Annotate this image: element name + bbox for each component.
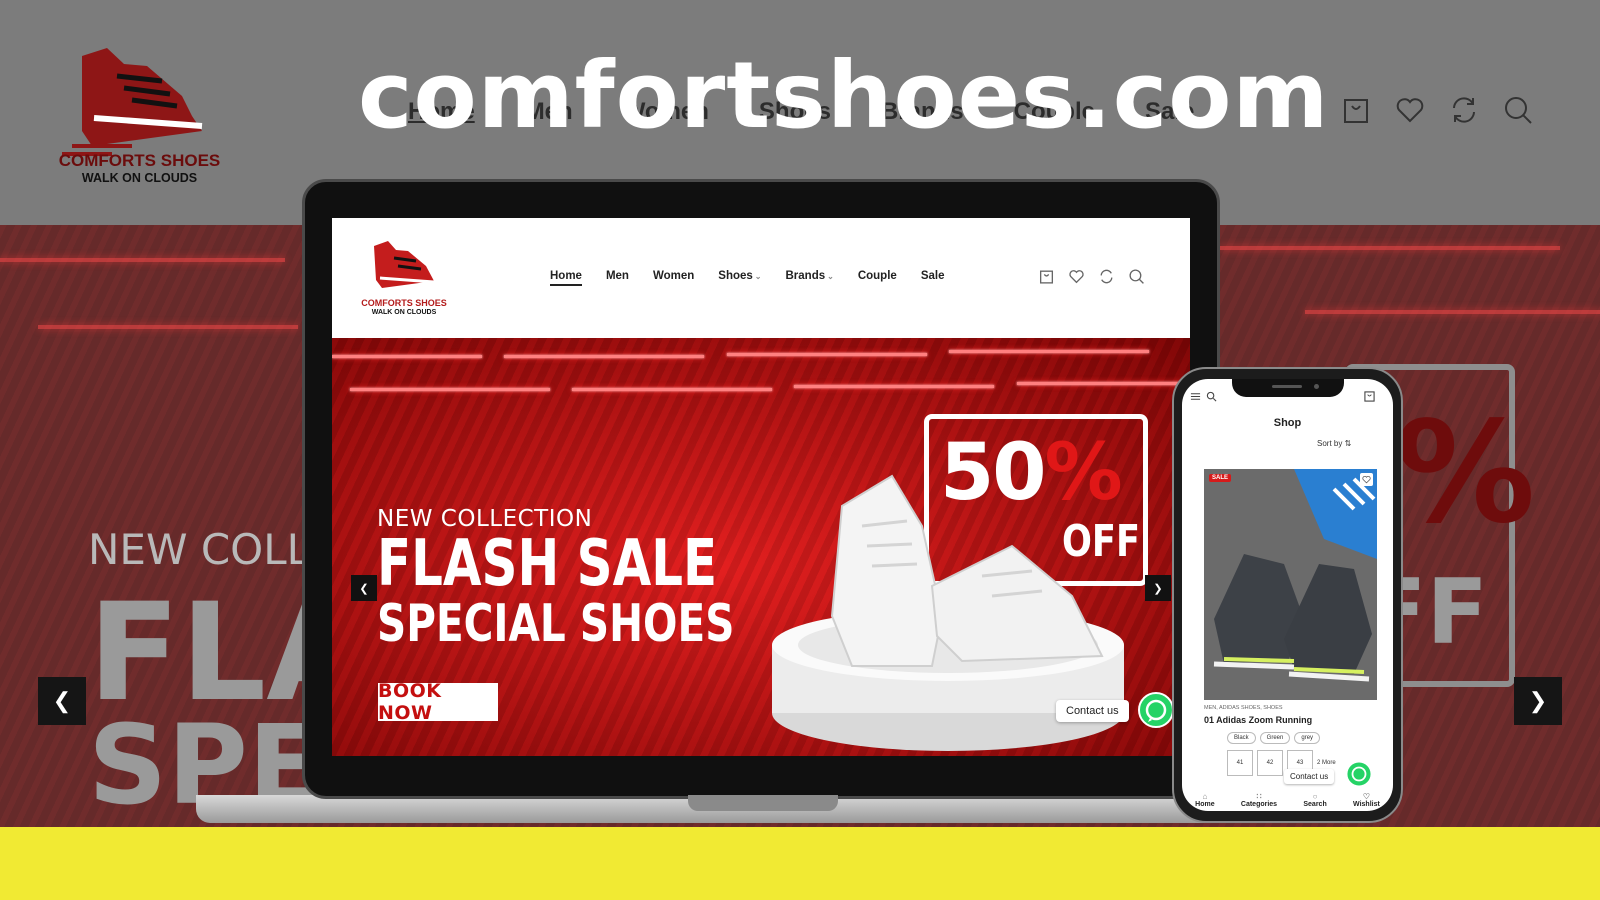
laptop-trackpad-notch [688, 795, 838, 811]
backdrop-neon-line [1220, 246, 1560, 250]
size-option[interactable]: 42 [1257, 750, 1283, 776]
bottom-nav-label: Search [1303, 801, 1327, 808]
site-logo[interactable] [364, 236, 446, 296]
nav-shoes-label: Shoes [718, 270, 753, 282]
sale-badge: SALE [1209, 474, 1232, 482]
hero-title-special-shoes: SPECIAL SHOES [377, 594, 735, 654]
hero-banner: NEW COLLECTION FLASH SALE SPECIAL SHOES … [332, 338, 1190, 756]
chevron-down-icon: ⌄ [754, 272, 762, 281]
neon-line [332, 355, 482, 358]
adidas-shoes-photo [1204, 469, 1377, 700]
contact-us-label[interactable]: Contact us [1056, 700, 1129, 722]
grid-icon: ∷ [1256, 792, 1262, 801]
neon-line [350, 388, 550, 391]
book-now-button[interactable]: BOOK NOW [378, 680, 498, 724]
site-header: COMFORTS SHOES WALK ON CLOUDS Home Men W… [332, 218, 1190, 338]
whatsapp-icon[interactable] [1138, 692, 1174, 728]
site-title: comfortshoes.com [358, 42, 1330, 149]
backdrop-prev-arrow[interactable]: ❮ [38, 677, 86, 725]
bottom-nav-label: Categories [1240, 801, 1278, 808]
cart-icon[interactable] [1038, 268, 1055, 285]
hero-title-flash-sale: FLASH SALE [377, 527, 718, 601]
backdrop-header-icons [1340, 94, 1534, 126]
site-logo-name: COMFORTS SHOES [361, 298, 447, 308]
nav-brands-label: Brands [785, 270, 826, 282]
heart-icon: ♡ [1362, 792, 1370, 801]
more-sizes-link[interactable]: 2 More [1317, 760, 1336, 766]
phone-top-bar [1190, 391, 1217, 402]
chevron-down-icon: ⌄ [827, 272, 834, 281]
cart-icon[interactable] [1364, 391, 1375, 402]
search-icon[interactable] [1128, 268, 1145, 285]
hero-next-arrow[interactable]: ❯ [1145, 575, 1171, 601]
backdrop-new-collection: NEW COLL [88, 525, 311, 574]
brand-tagline: WALK ON CLOUDS [81, 171, 198, 185]
menu-icon[interactable] [1190, 391, 1201, 402]
search-icon: ○ [1312, 792, 1318, 801]
backdrop-neon-line [1305, 310, 1600, 314]
heart-icon[interactable] [1068, 268, 1085, 285]
search-icon [1505, 97, 1532, 124]
backdrop-neon-line [0, 258, 285, 262]
nav-men[interactable]: Men [606, 270, 629, 286]
heart-icon [1362, 475, 1371, 484]
product-category: MEN, ADIDAS SHOES, SHOES [1204, 705, 1283, 711]
phone-screen: Shop Sort by ⇅ SALE MEN, ADIDAS SHOES, S… [1182, 379, 1393, 811]
phone-bottom-nav: ⌂ Home ∷ Categories ○ Search ♡ Wishlist [1182, 785, 1393, 811]
bottom-nav-search[interactable]: ○ Search [1303, 792, 1327, 809]
bottom-nav-label: Wishlist [1353, 801, 1380, 808]
whatsapp-icon[interactable] [1346, 761, 1372, 787]
compare-icon[interactable] [1098, 268, 1115, 285]
sneakers-image [830, 474, 1104, 667]
size-option[interactable]: 41 [1227, 750, 1253, 776]
main-nav: Home Men Women Shoes ⌄ Brands ⌄ Couple Sal… [550, 270, 944, 286]
nav-women[interactable]: Women [653, 270, 694, 286]
backdrop-percent: % [1395, 392, 1536, 555]
nav-sale[interactable]: Sale [921, 270, 945, 286]
sort-by-button[interactable]: Sort by ⇅ [1317, 439, 1351, 448]
phone-notch [1232, 379, 1344, 397]
site-logo-tagline: WALK ON CLOUDS [371, 309, 437, 316]
product-name[interactable]: 01 Adidas Zoom Running [1204, 715, 1312, 725]
phone-page-title: Shop [1273, 417, 1302, 429]
nav-couple[interactable]: Couple [858, 270, 897, 286]
laptop-screen: COMFORTS SHOES WALK ON CLOUDS Home Men W… [332, 218, 1190, 756]
neon-line [1017, 382, 1190, 385]
bottom-nav-label: Home [1195, 801, 1215, 808]
brand-name: COMFORTS SHOES [58, 151, 221, 170]
header-icons [1038, 268, 1145, 285]
sort-icon: ⇅ [1344, 439, 1352, 448]
neon-line [949, 350, 1149, 353]
nav-home[interactable]: Home [550, 270, 582, 286]
home-icon: ⌂ [1202, 792, 1208, 801]
nav-brands[interactable]: Brands ⌄ [786, 270, 834, 286]
search-icon[interactable] [1206, 391, 1217, 402]
color-options: Black Green grey [1227, 732, 1321, 744]
backdrop-neon-line [38, 325, 298, 329]
neon-line [727, 353, 927, 356]
nav-shoes[interactable]: Shoes ⌄ [718, 270, 761, 286]
color-swatch[interactable]: grey [1294, 732, 1321, 744]
backdrop-next-arrow[interactable]: ❯ [1514, 677, 1562, 725]
compare-icon [1453, 97, 1475, 123]
sort-by-label: Sort by [1317, 439, 1343, 448]
phone-contact-us-label[interactable]: Contact us [1284, 769, 1335, 784]
bottom-nav-wishlist[interactable]: ♡ Wishlist [1353, 792, 1380, 809]
color-swatch[interactable]: Green [1259, 732, 1291, 744]
color-swatch[interactable]: Black [1227, 732, 1256, 744]
wishlist-button[interactable] [1360, 473, 1373, 486]
hero-prev-arrow[interactable]: ❮ [351, 575, 377, 601]
heart-icon [1396, 98, 1424, 123]
neon-line [572, 388, 772, 391]
bottom-nav-home[interactable]: ⌂ Home [1195, 792, 1215, 809]
bottom-band [0, 827, 1600, 900]
neon-line [794, 385, 994, 388]
bottom-nav-categories[interactable]: ∷ Categories [1240, 792, 1278, 809]
product-image[interactable]: SALE [1204, 469, 1377, 700]
cart-icon [1344, 99, 1368, 123]
neon-line [504, 355, 704, 358]
